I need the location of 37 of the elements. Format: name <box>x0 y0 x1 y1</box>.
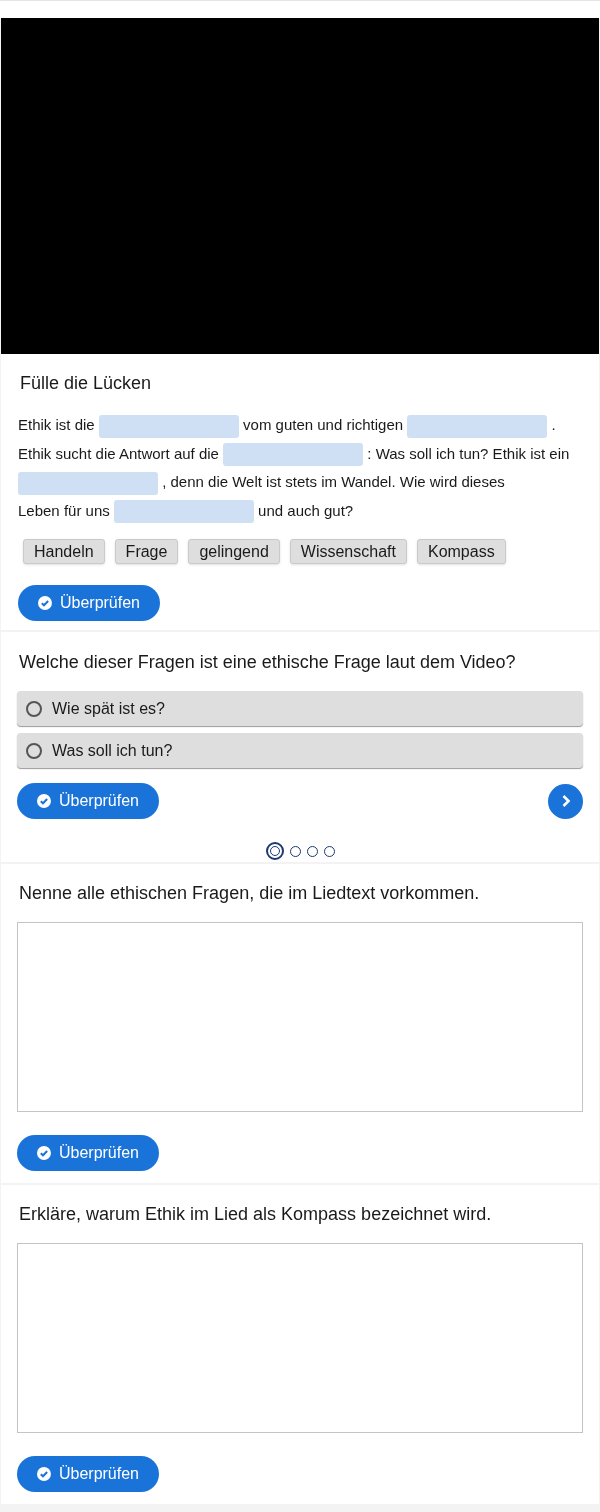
next-button[interactable] <box>548 783 583 819</box>
check-circle-icon <box>38 596 52 610</box>
answer-option[interactable]: Was soll ich tun? <box>17 733 583 768</box>
check-circle-icon <box>37 794 51 808</box>
word-chip[interactable]: gelingend <box>188 539 280 564</box>
cloze-text: vom guten und richtigen <box>243 416 404 433</box>
cloze-text: und auch gut? <box>258 501 354 519</box>
word-chip[interactable]: Kompass <box>416 539 506 564</box>
check-button[interactable]: Überprüfen <box>18 585 160 621</box>
check-button[interactable]: Überprüfen <box>17 1135 159 1171</box>
word-chip[interactable]: Frage <box>114 539 179 564</box>
gap-field[interactable] <box>223 443 364 467</box>
gap-field[interactable] <box>98 414 239 438</box>
check-button[interactable]: Überprüfen <box>17 783 159 819</box>
check-circle-icon <box>37 1146 51 1160</box>
check-circle-icon <box>37 1467 51 1481</box>
gap-field[interactable] <box>18 471 158 495</box>
cloze-text: Leben für uns <box>18 501 110 519</box>
gap-field[interactable] <box>113 500 254 524</box>
answer-option[interactable]: Wie spät ist es? <box>17 691 583 726</box>
chevron-right-icon <box>560 794 571 808</box>
question-text: Welche dieser Fragen ist eine ethische Frage laut dem Video? <box>18 651 517 674</box>
answer-field[interactable] <box>17 922 583 1112</box>
question-text: Nenne alle ethischen Fragen, die im Liedtext vorkommen. <box>18 882 481 905</box>
cloze-text: . <box>551 416 556 433</box>
answer-field[interactable] <box>17 1243 583 1433</box>
word-chip[interactable]: Handeln <box>23 539 105 564</box>
question-text: Erkläre, warum Ethik im Lied als Kompass bezeichnet wird. <box>18 1203 493 1226</box>
check-button[interactable]: Überprüfen <box>17 1456 159 1492</box>
cloze-text: ein <box>549 444 570 462</box>
cloze-text: : Was soll ich tun? Ethik ist <box>367 444 546 462</box>
gap-field[interactable] <box>407 414 548 438</box>
cloze-text: Ethik ist die <box>18 416 95 433</box>
exercise-title: Fülle die Lücken <box>19 372 153 395</box>
cloze-text: , denn die Welt ist stets im Wandel. Wie wird dieses <box>162 473 505 490</box>
word-chip[interactable]: Wissenschaft <box>289 539 407 564</box>
cloze-text: Ethik sucht die Antwort auf die <box>18 444 219 462</box>
